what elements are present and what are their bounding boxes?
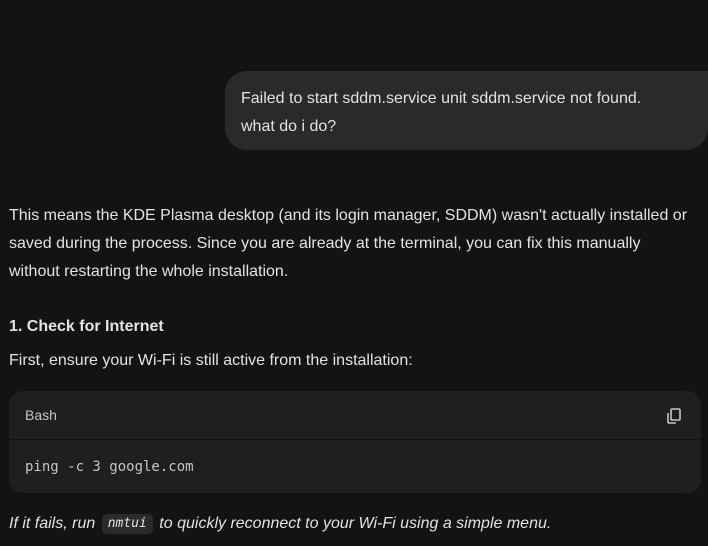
user-message-line-2: what do i do? (241, 118, 337, 135)
user-message-bubble: Failed to start sddm.service unit sddm.s… (225, 71, 708, 150)
intro-line-2: saved during the process. Since you are … (9, 235, 641, 252)
section-text: First, ensure your Wi-Fi is still active… (9, 352, 413, 369)
inline-code-command: nmtui (101, 514, 153, 534)
tip-text: If it fails, run nmtui to quickly reconn… (9, 510, 551, 538)
intro-line-3: without restarting the whole installatio… (9, 263, 289, 280)
chat-page: Failed to start sddm.service unit sddm.s… (0, 0, 708, 546)
code-language-label: Bash (25, 407, 57, 423)
assistant-response-intro: This means the KDE Plasma desktop (and i… (9, 202, 701, 286)
tip-suffix: to quickly reconnect to your Wi-Fi using… (159, 515, 552, 532)
user-message-line-1: Failed to start sddm.service unit sddm.s… (241, 90, 642, 107)
section-heading: 1. Check for Internet (9, 318, 164, 335)
tip-prefix: If it fails, run (9, 515, 96, 532)
intro-line-1: This means the KDE Plasma desktop (and i… (9, 207, 688, 224)
code-block-header: Bash (9, 391, 701, 440)
code-content: ping -c 3 google.com (25, 459, 194, 475)
code-block: Bash ping -c 3 google.com (9, 391, 701, 493)
copy-icon (667, 408, 681, 424)
copy-code-button[interactable] (665, 407, 683, 425)
